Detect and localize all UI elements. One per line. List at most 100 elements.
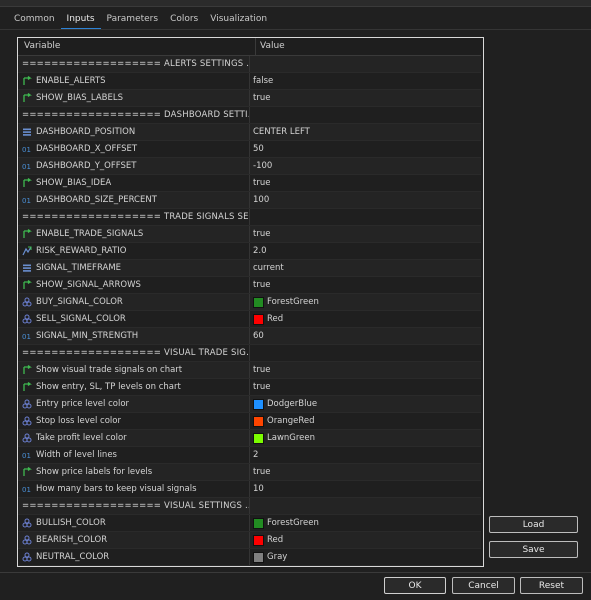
input-row[interactable]: NEUTRAL_COLOR Gray [18, 549, 481, 566]
tab-parameters[interactable]: Parameters [101, 12, 165, 28]
value-cell[interactable]: true [250, 175, 479, 191]
input-row[interactable]: 01 DASHBOARD_Y_OFFSET -100 [18, 158, 481, 175]
ok-button[interactable]: OK [384, 577, 446, 594]
section-separator-row[interactable]: =================== TRADE SIGNALS SE... [18, 209, 481, 226]
value-cell[interactable]: true [250, 464, 479, 480]
variable-value[interactable]: Gray [267, 552, 287, 562]
value-cell[interactable]: current [250, 260, 479, 276]
input-row[interactable]: 01 Width of level lines 2 [18, 447, 481, 464]
input-row[interactable]: SHOW_BIAS_LABELS true [18, 90, 481, 107]
variable-value[interactable]: DodgerBlue [267, 399, 317, 409]
variable-value[interactable]: true [253, 280, 270, 290]
section-separator-row[interactable]: =================== VISUAL SETTINGS ... [18, 498, 481, 515]
input-row[interactable]: 01 SIGNAL_MIN_STRENGTH 60 [18, 328, 481, 345]
value-cell[interactable]: 100 [250, 192, 479, 208]
variable-value[interactable]: Red [267, 314, 283, 324]
value-cell[interactable]: OrangeRed [250, 413, 479, 429]
color-swatch[interactable] [253, 551, 264, 563]
value-cell[interactable]: -100 [250, 158, 479, 174]
section-separator-row[interactable]: =================== ALERTS SETTINGS ... [18, 56, 481, 73]
value-cell[interactable]: CENTER LEFT [250, 124, 479, 140]
value-cell[interactable]: ForestGreen [250, 515, 479, 531]
input-row[interactable]: SELL_SIGNAL_COLOR Red [18, 311, 481, 328]
input-row[interactable]: Show price labels for levels true [18, 464, 481, 481]
value-cell[interactable]: 2 [250, 447, 479, 463]
value-cell[interactable]: true [250, 277, 479, 293]
variable-value[interactable]: true [253, 382, 270, 392]
tab-common[interactable]: Common [8, 12, 61, 28]
input-row[interactable]: BULLISH_COLOR ForestGreen [18, 515, 481, 532]
variable-value[interactable]: true [253, 178, 270, 188]
variable-value[interactable]: -100 [253, 161, 272, 171]
input-row[interactable]: RISK_REWARD_RATIO 2.0 [18, 243, 481, 260]
color-swatch[interactable] [253, 415, 264, 427]
load-button[interactable]: Load [489, 516, 578, 533]
save-button[interactable]: Save [489, 541, 578, 558]
cancel-button[interactable]: Cancel [452, 577, 515, 594]
value-cell[interactable]: true [250, 226, 479, 242]
variable-value[interactable]: 50 [253, 144, 264, 154]
reset-button[interactable]: Reset [520, 577, 583, 594]
variable-value[interactable]: Red [267, 535, 283, 545]
color-swatch[interactable] [253, 296, 264, 308]
variable-value[interactable]: 2 [253, 450, 258, 460]
tab-visualization[interactable]: Visualization [204, 12, 273, 28]
variable-value[interactable]: true [253, 229, 270, 239]
variable-value[interactable]: true [253, 467, 270, 477]
section-separator-row[interactable]: =================== VISUAL TRADE SIG... [18, 345, 481, 362]
value-cell[interactable]: false [250, 73, 479, 89]
input-row[interactable]: SIGNAL_TIMEFRAME current [18, 260, 481, 277]
input-row[interactable]: DASHBOARD_POSITION CENTER LEFT [18, 124, 481, 141]
variable-value[interactable]: 100 [253, 195, 269, 205]
input-row[interactable]: Take profit level color LawnGreen [18, 430, 481, 447]
input-row[interactable]: 01 DASHBOARD_SIZE_PERCENT 100 [18, 192, 481, 209]
input-row[interactable]: SHOW_BIAS_IDEA true [18, 175, 481, 192]
variable-value[interactable]: true [253, 93, 270, 103]
color-swatch[interactable] [253, 313, 264, 325]
input-row[interactable]: Show visual trade signals on chart true [18, 362, 481, 379]
input-row[interactable]: SHOW_SIGNAL_ARROWS true [18, 277, 481, 294]
input-row[interactable]: Show entry, SL, TP levels on chart true [18, 379, 481, 396]
input-row[interactable]: BEARISH_COLOR Red [18, 532, 481, 549]
section-separator-row[interactable]: =================== DASHBOARD SETTI... [18, 107, 481, 124]
variable-value[interactable]: false [253, 76, 273, 86]
header-value[interactable]: Value [255, 38, 480, 55]
variable-value[interactable]: CENTER LEFT [253, 127, 310, 137]
input-row[interactable]: 01 How many bars to keep visual signals 10 [18, 481, 481, 498]
variable-value[interactable]: 10 [253, 484, 264, 494]
variable-value[interactable]: ForestGreen [267, 518, 319, 528]
input-row[interactable]: Entry price level color DodgerBlue [18, 396, 481, 413]
value-cell[interactable]: 10 [250, 481, 479, 497]
value-cell[interactable]: ForestGreen [250, 294, 479, 310]
value-cell[interactable]: true [250, 362, 479, 378]
input-row[interactable]: Stop loss level color OrangeRed [18, 413, 481, 430]
value-cell[interactable]: Red [250, 311, 479, 327]
color-swatch[interactable] [253, 534, 264, 546]
variable-value[interactable]: true [253, 365, 270, 375]
variable-value[interactable]: OrangeRed [267, 416, 315, 426]
variable-value[interactable]: LawnGreen [267, 433, 315, 443]
variable-value[interactable]: current [253, 263, 284, 273]
variable-value[interactable]: 2.0 [253, 246, 267, 256]
input-row[interactable]: ENABLE_ALERTS false [18, 73, 481, 90]
value-cell[interactable]: Gray [250, 549, 479, 565]
color-swatch[interactable] [253, 432, 264, 444]
header-variable[interactable]: Variable [24, 38, 248, 55]
value-cell[interactable]: 60 [250, 328, 479, 344]
value-cell[interactable]: 2.0 [250, 243, 479, 259]
variable-value[interactable]: ForestGreen [267, 297, 319, 307]
tab-colors[interactable]: Colors [164, 12, 204, 28]
value-cell[interactable]: true [250, 379, 479, 395]
value-cell[interactable]: true [250, 90, 479, 106]
input-row[interactable]: BUY_SIGNAL_COLOR ForestGreen [18, 294, 481, 311]
color-swatch[interactable] [253, 398, 264, 410]
input-row[interactable]: 01 DASHBOARD_X_OFFSET 50 [18, 141, 481, 158]
value-cell[interactable]: 50 [250, 141, 479, 157]
value-cell[interactable]: Red [250, 532, 479, 548]
tab-inputs[interactable]: Inputs [60, 12, 101, 30]
variable-value[interactable]: 60 [253, 331, 264, 341]
color-swatch[interactable] [253, 517, 264, 529]
value-cell[interactable]: LawnGreen [250, 430, 479, 446]
value-cell[interactable]: DodgerBlue [250, 396, 479, 412]
input-row[interactable]: ENABLE_TRADE_SIGNALS true [18, 226, 481, 243]
